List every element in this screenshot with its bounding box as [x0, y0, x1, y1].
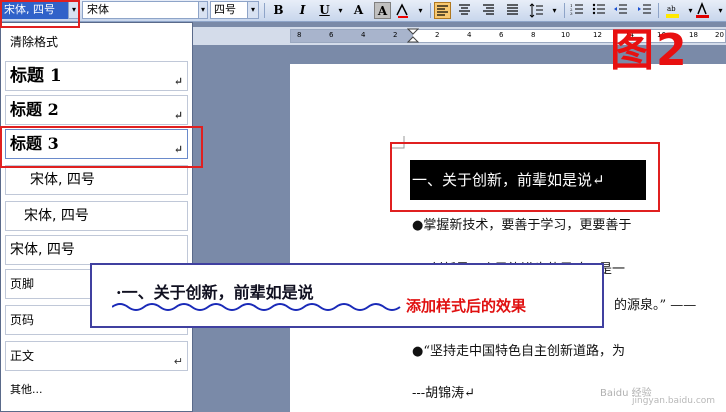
svg-text:3: 3 [570, 11, 573, 16]
ruler-number: 8 [531, 31, 536, 39]
callout-note: 添加样式后的效果 [406, 297, 527, 315]
ruler-number: 6 [329, 31, 334, 39]
ruler-number: 2 [435, 31, 440, 39]
style-item-songti-sihao[interactable]: 宋体, 四号 [5, 165, 188, 195]
font-size-dropdown-arrow[interactable]: ▾ [247, 1, 259, 19]
wavy-underline [112, 303, 401, 311]
font-color-a-icon[interactable] [694, 1, 711, 19]
font-color-dropdown-arrow[interactable]: ▾ [712, 2, 726, 19]
document-line: ---胡锦涛↵ [412, 386, 476, 401]
style-item-label: 清除格式 [10, 35, 59, 49]
separator [564, 3, 565, 18]
align-right-icon[interactable] [480, 2, 497, 19]
ruler-number: 12 [593, 31, 602, 39]
paragraph-mark-icon: ↵ [173, 109, 183, 122]
style-item-songti-sihao[interactable]: 宋体, 四号 [5, 201, 188, 231]
style-item-songti-sihao[interactable]: 宋体, 四号 [5, 235, 188, 265]
underline-icon[interactable]: U [316, 2, 333, 19]
ruler-number: 4 [467, 31, 472, 39]
style-dropdown-list: 清除格式 标题 1 ↵ 标题 2 ↵ 标题 3 ↵ 宋体, 四号 宋体, 四号 … [0, 22, 193, 412]
font-color-icon[interactable]: A [350, 2, 367, 19]
font-size-combo[interactable]: 四号 [210, 1, 248, 19]
watermark-url: jingyan.baidu.com [632, 396, 716, 406]
underline-dropdown-arrow[interactable]: ▾ [332, 2, 349, 19]
highlight-icon[interactable] [394, 2, 411, 19]
annotation-box-heading-text [390, 142, 660, 212]
ruler-number: 8 [297, 31, 302, 39]
style-item-more[interactable]: 其他... [5, 377, 188, 403]
document-line: ●掌握新技术，要善于学习，更要善于 [412, 218, 632, 233]
style-item-label: 其他... [10, 383, 43, 396]
document-line: 的源泉。” —— [614, 298, 697, 313]
align-center-icon[interactable] [456, 2, 473, 19]
style-item-label: 标题 2 [10, 100, 59, 119]
char-shading-icon[interactable]: A [374, 2, 391, 19]
annotation-box-style-combo [0, 0, 80, 28]
style-item-heading-1[interactable]: 标题 1 ↵ [5, 61, 188, 91]
font-dropdown-arrow[interactable]: ▾ [198, 1, 208, 19]
svg-text:ab: ab [667, 5, 676, 13]
style-item-normal[interactable]: 正文 ↵ [5, 341, 188, 371]
align-left-icon[interactable] [434, 2, 451, 19]
style-item-label: 页码 [10, 313, 35, 327]
justify-icon[interactable] [504, 2, 521, 19]
ruler-number: 20 [715, 31, 724, 39]
bullets-icon[interactable] [590, 2, 607, 19]
ruler-number: 6 [499, 31, 504, 39]
indent-marker-icon[interactable] [407, 28, 419, 44]
line-spacing-dropdown-arrow[interactable]: ▾ [546, 2, 563, 19]
document-line: ●“坚持走中国特色自主创新道路，为 [412, 344, 625, 359]
italic-icon[interactable]: I [294, 2, 311, 19]
style-item-label: 宋体, 四号 [10, 242, 75, 258]
style-item-label: 正文 [10, 349, 35, 363]
callout-heading-text: ·一、关于创新，前辈如是说 [116, 283, 314, 302]
font-combo[interactable]: 宋体 [82, 1, 200, 19]
bold-icon[interactable]: B [270, 2, 287, 19]
paragraph-mark-icon: ↵ [173, 355, 183, 368]
style-item-clear-format[interactable]: 清除格式 [5, 29, 188, 55]
style-item-heading-2[interactable]: 标题 2 ↵ [5, 95, 188, 125]
separator [430, 3, 431, 18]
line-spacing-icon[interactable] [528, 2, 545, 19]
ruler-number: 2 [393, 31, 398, 39]
paragraph-mark-icon: ↵ [173, 75, 183, 88]
document-page[interactable]: 一、关于创新，前辈如是说↵ ●掌握新技术，要善于学习，更要善于 ●“创新是一个民… [290, 64, 726, 412]
figure-label: 图2 [610, 25, 689, 76]
style-item-label: 宋体, 四号 [24, 208, 89, 224]
style-item-label: 标题 1 [10, 66, 62, 86]
style-item-label: 宋体, 四号 [30, 172, 95, 188]
annotation-box-heading-3 [0, 126, 203, 168]
ruler-number: 18 [689, 31, 698, 39]
separator [264, 3, 265, 18]
ruler-number: 4 [361, 31, 366, 39]
numbering-icon[interactable]: 123 [568, 2, 585, 19]
ruler-number: 10 [561, 31, 570, 39]
highlight-dropdown-arrow[interactable]: ▾ [412, 2, 429, 19]
result-callout: ·一、关于创新，前辈如是说 添加样式后的效果 [90, 263, 604, 328]
word-window: 宋体, 四号 ▾ 宋体 ▾ 四号 ▾ B I U ▾ A A ▾ ▾ 1 2 3… [0, 0, 726, 412]
style-item-label: 页脚 [10, 277, 35, 291]
